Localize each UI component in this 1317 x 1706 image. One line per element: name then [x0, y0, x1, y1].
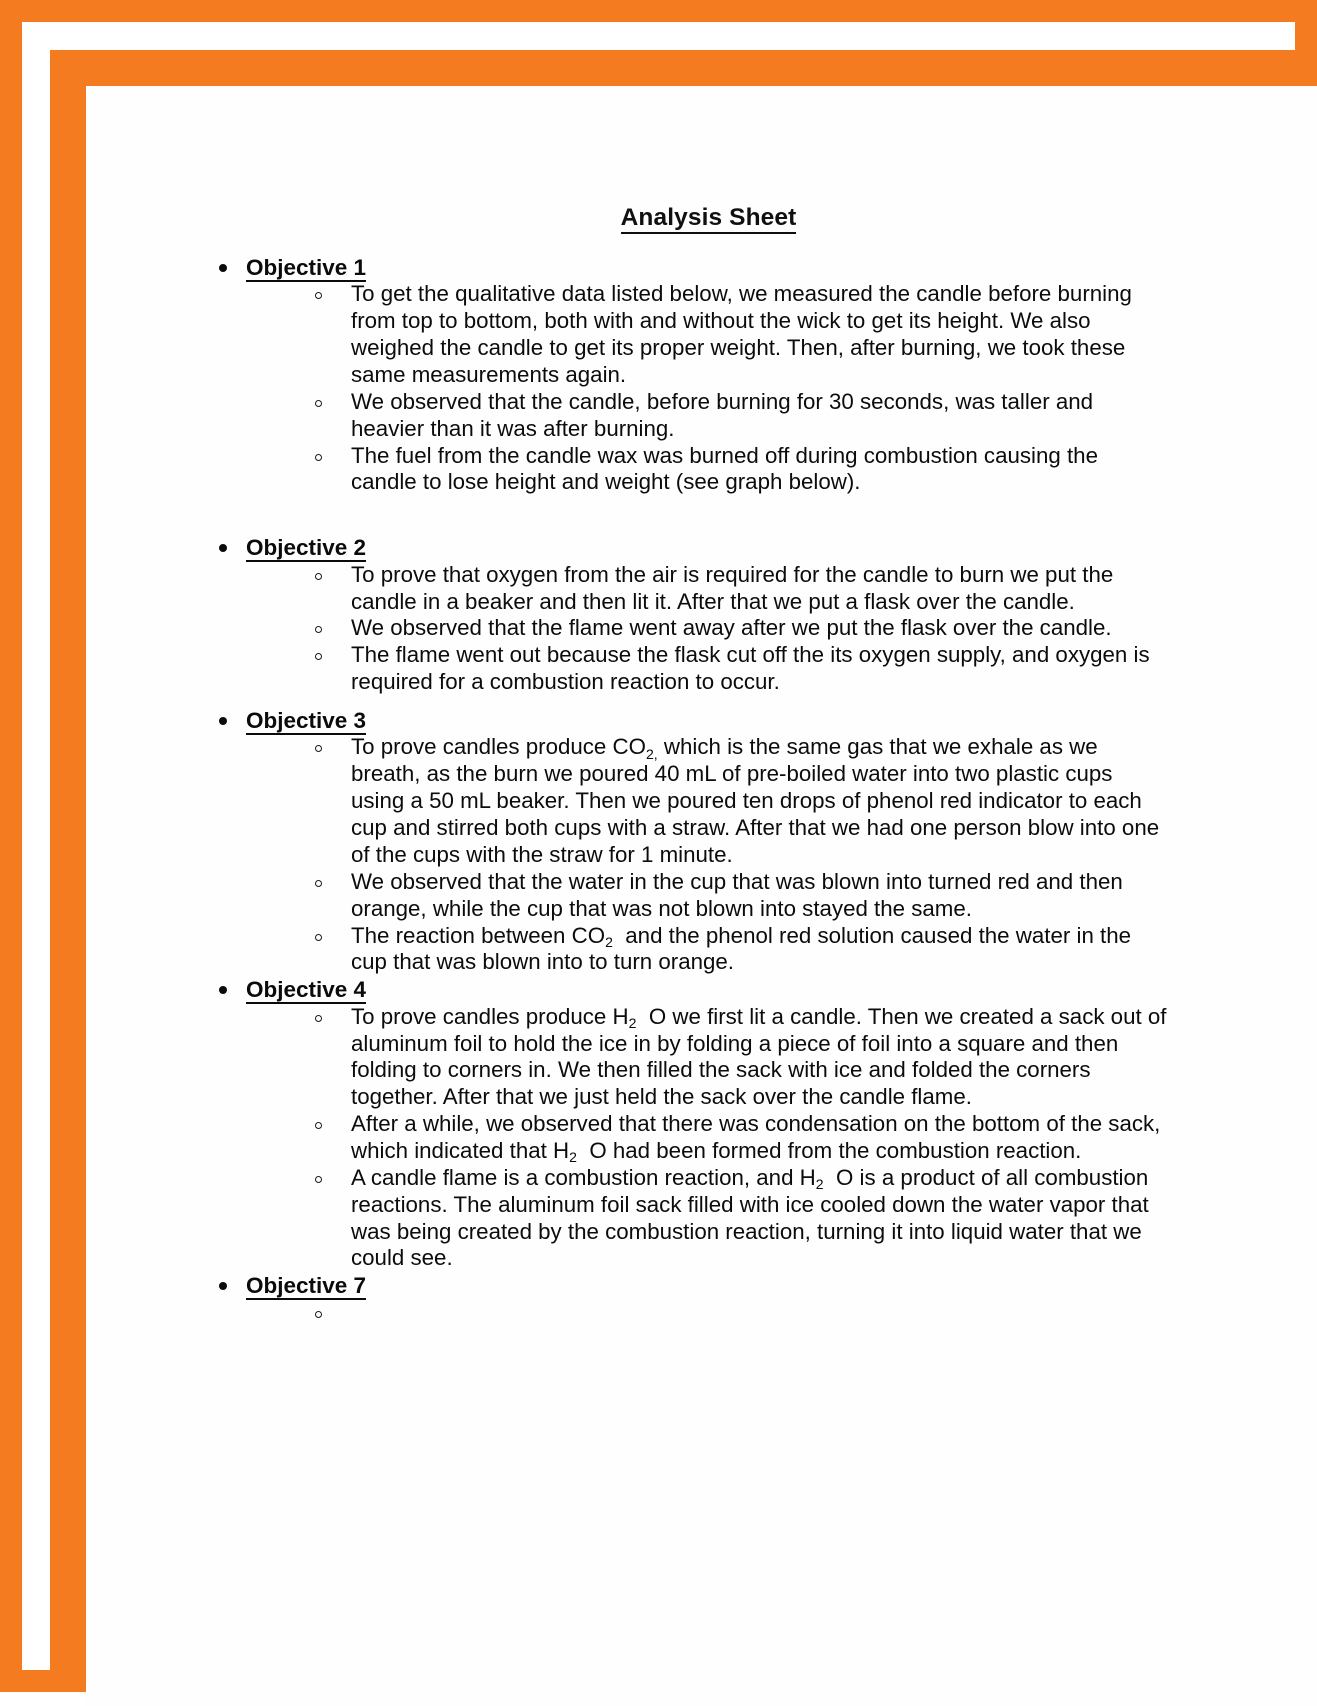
disc-bullet-icon: [219, 1282, 227, 1291]
circle-bullet-icon: [315, 653, 322, 661]
circle-bullet-icon: [315, 879, 322, 887]
circle-bullet-icon: [315, 933, 322, 941]
list-item-text: After a while, we observed that there wa…: [351, 1111, 1161, 1166]
list-item-text: To get the qualitative data listed below…: [351, 281, 1132, 388]
circle-bullet-icon: [315, 292, 322, 300]
objective-item: Objective 3 To prove candles produce CO2…: [86, 707, 1317, 976]
objective-points: To get the qualitative data listed below…: [86, 281, 1317, 496]
circle-bullet-icon: [315, 1175, 322, 1183]
list-item: We observed that the water in the cup th…: [86, 869, 1317, 923]
disc-bullet-icon: [219, 986, 227, 995]
objectives-list: Objective 1 To get the qualitative data …: [86, 254, 1317, 1326]
disc-bullet-icon: [219, 717, 227, 726]
circle-bullet-icon: [315, 1122, 322, 1130]
disc-bullet-icon: [219, 264, 227, 272]
page-title-text: Analysis Sheet: [620, 204, 797, 234]
objective-item: Objective 4 To prove candles produce H2 …: [86, 976, 1317, 1272]
list-item-text: To prove candles produce H2 O we first l…: [351, 1003, 1167, 1110]
objectives-list-root: Objective 1 To get the qualitative data …: [86, 254, 1317, 1326]
list-item: [86, 1300, 1317, 1326]
list-item-text: A candle flame is a combustion reaction,…: [351, 1164, 1149, 1271]
list-item-text: We observed that the flame went away aft…: [351, 615, 1112, 641]
list-item-text: The reaction between CO2 and the phenol …: [351, 922, 1132, 975]
circle-bullet-icon: [315, 572, 322, 580]
list-item: To prove that oxygen from the air is req…: [86, 562, 1317, 616]
list-item-text: To prove that oxygen from the air is req…: [351, 561, 1114, 614]
objective-heading: Objective 1: [86, 254, 1317, 282]
scan-border-band: Analysis Sheet Objective 1 To get the qu…: [50, 50, 1317, 1706]
circle-bullet-icon: [315, 399, 322, 407]
list-item-text: The fuel from the candle wax was burned …: [351, 442, 1098, 495]
list-item: To prove candles produce H2 O we first l…: [86, 1004, 1317, 1111]
list-item: To prove candles produce CO2, which is t…: [86, 734, 1317, 868]
objective-label: Objective 7: [246, 1273, 367, 1301]
objective-item: Objective 2 To prove that oxygen from th…: [86, 534, 1317, 696]
objective-heading: Objective 4: [86, 976, 1317, 1005]
list-item: A candle flame is a combustion reaction,…: [86, 1165, 1317, 1272]
objective-points: To prove candles produce H2 O we first l…: [86, 1004, 1317, 1273]
disc-bullet-icon: [219, 544, 227, 553]
objective-points: To prove that oxygen from the air is req…: [86, 562, 1317, 696]
document-page: Analysis Sheet Objective 1 To get the qu…: [86, 86, 1317, 1706]
list-item: To get the qualitative data listed below…: [86, 281, 1317, 388]
scan-border-frame: Analysis Sheet Objective 1 To get the qu…: [0, 0, 1317, 1706]
objective-label: Objective 3: [246, 708, 367, 736]
circle-bullet-icon: [315, 626, 322, 634]
list-item: The fuel from the candle wax was burned …: [86, 443, 1317, 497]
objective-heading: Objective 7: [86, 1272, 1317, 1301]
objective-points: To prove candles produce CO2, which is t…: [86, 734, 1317, 976]
scan-border-gap: Analysis Sheet Objective 1 To get the qu…: [22, 22, 1317, 1706]
objective-label: Objective 4: [246, 977, 367, 1005]
circle-bullet-icon: [315, 453, 322, 461]
page-title: Analysis Sheet: [86, 204, 1317, 234]
objective-points: [86, 1300, 1317, 1326]
objective-heading: Objective 2: [86, 534, 1317, 563]
list-item-text: The flame went out because the flask cut…: [351, 642, 1150, 695]
circle-bullet-icon: [315, 1310, 322, 1318]
document-body: Analysis Sheet Objective 1 To get the qu…: [86, 86, 1317, 1706]
objective-heading: Objective 3: [86, 707, 1317, 736]
circle-bullet-icon: [315, 1014, 322, 1022]
list-item: The flame went out because the flask cut…: [86, 642, 1317, 696]
list-item: We observed that the flame went away aft…: [86, 615, 1317, 642]
list-item: After a while, we observed that there wa…: [86, 1111, 1317, 1165]
objective-label: Objective 2: [246, 535, 367, 563]
list-item: The reaction between CO2 and the phenol …: [86, 923, 1317, 977]
list-item: We observed that the candle, before burn…: [86, 389, 1317, 443]
list-item-text: To prove candles produce CO2, which is t…: [351, 734, 1160, 867]
list-item-text: We observed that the water in the cup th…: [351, 868, 1123, 921]
objective-item: Objective 7: [86, 1272, 1317, 1325]
objective-item: Objective 1 To get the qualitative data …: [86, 254, 1317, 496]
circle-bullet-icon: [315, 745, 322, 753]
objective-label: Objective 1: [246, 255, 367, 282]
list-item-text: We observed that the candle, before burn…: [351, 388, 1094, 441]
